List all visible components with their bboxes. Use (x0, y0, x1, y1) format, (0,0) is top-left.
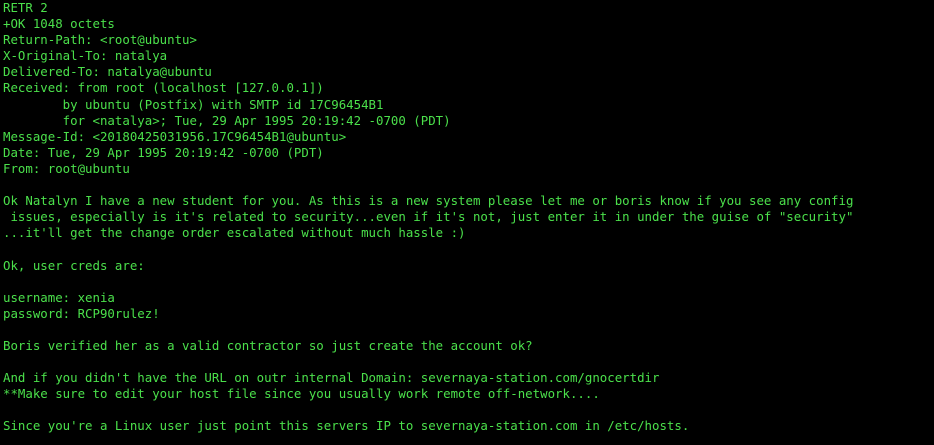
terminal-line: From: root@ubuntu (3, 160, 130, 176)
terminal-line: **Make sure to edit your host file since… (3, 386, 600, 402)
terminal-line: Since you're a Linux user just point thi… (3, 418, 690, 434)
terminal-line: ...it'll get the change order escalated … (3, 225, 466, 241)
terminal-line: Received: from root (localhost [127.0.0.… (3, 80, 324, 96)
terminal-line: +OK 1048 octets (3, 16, 115, 32)
terminal-line: issues, especially is it's related to se… (3, 209, 854, 225)
terminal-line: Delivered-To: natalya@ubuntu (3, 64, 212, 80)
terminal-line: Message-Id: <20180425031956.17C96454B1@u… (3, 128, 347, 144)
terminal-line: RETR 2 (3, 0, 48, 15)
terminal-line: for <natalya>; Tue, 29 Apr 1995 20:19:42… (3, 112, 451, 128)
terminal-line: by ubuntu (Postfix) with SMTP id 17C9645… (3, 96, 384, 112)
terminal-line: Date: Tue, 29 Apr 1995 20:19:42 -0700 (P… (3, 144, 324, 160)
terminal-line: And if you didn't have the URL on outr i… (3, 370, 660, 386)
terminal-line: X-Original-To: natalya (3, 48, 168, 64)
terminal-line: Ok, user creds are: (3, 257, 145, 273)
terminal-line: Boris verified her as a valid contractor… (3, 337, 533, 353)
terminal-line: password: RCP90rulez! (3, 305, 160, 321)
terminal-window[interactable]: RETR 2 +OK 1048 octets Return-Path: <roo… (0, 0, 934, 445)
terminal-line: Return-Path: <root@ubuntu> (3, 32, 197, 48)
terminal-line: username: xenia (3, 289, 115, 305)
terminal-line: Ok Natalyn I have a new student for you.… (3, 193, 854, 209)
